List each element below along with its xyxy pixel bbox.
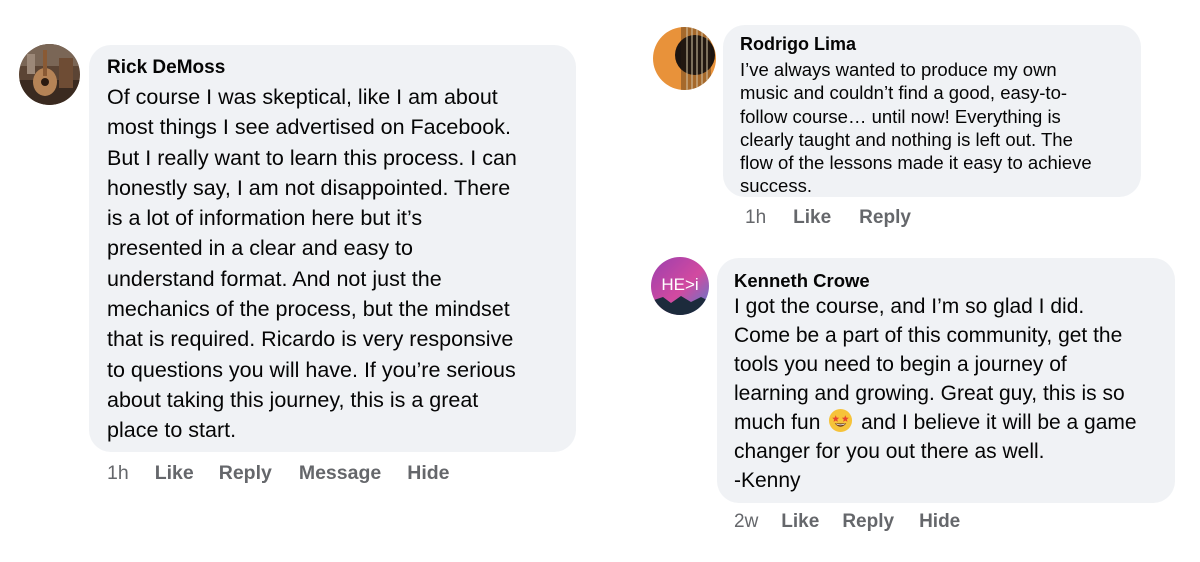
comment-line: clearly taught and nothing is left out. … — [740, 128, 1073, 150]
comment-line: -Kenny — [734, 469, 801, 492]
message-button[interactable]: Message — [299, 462, 381, 485]
comment-line: understand format. And not just the — [107, 266, 442, 291]
comment-text-fragment: much fun — [734, 411, 821, 434]
comment-author[interactable]: Kenneth Crowe — [734, 270, 870, 292]
reply-button[interactable]: Reply — [219, 462, 272, 485]
guitar-photo-avatar[interactable] — [19, 44, 80, 105]
comment-line: tools you need to begin a journey of — [734, 353, 1067, 376]
comment-line: most things I see advertised on Facebook… — [107, 115, 511, 140]
reply-button[interactable]: Reply — [842, 511, 894, 533]
comment-line: I got the course, and I’m so glad I did. — [734, 295, 1085, 318]
comment-author[interactable]: Rodrigo Lima — [740, 34, 856, 55]
comment-line: is a lot of information here but it’s — [107, 206, 423, 231]
comment-timestamp[interactable]: 1h — [107, 462, 129, 485]
comment-line: But I really want to learn this process.… — [107, 145, 517, 170]
reply-button[interactable]: Reply — [859, 207, 911, 229]
comment-line: Of course I was skeptical, like I am abo… — [107, 85, 498, 109]
comment-line: about taking this journey, this is a gre… — [107, 387, 479, 412]
comment-line: follow course… until now! Everything is — [740, 105, 1061, 127]
comment-text: I got the course, and I’m so glad I did.… — [734, 292, 1137, 495]
like-button[interactable]: Like — [155, 462, 194, 485]
comment-text: Of course I was skeptical, like I am abo… — [107, 82, 517, 446]
star-struck-emoji-icon — [829, 408, 853, 433]
he-logo-text: HE>i — [661, 275, 698, 294]
comment-line: success. — [740, 175, 812, 197]
comment-line: mechanics of the process, but the mindse… — [107, 297, 510, 322]
comment-line: honestly say, I am not disappointed. The… — [107, 175, 511, 200]
comment-line: music and couldn’t find a good, easy-to- — [740, 82, 1068, 104]
comment-line: much fun and I believe it will be a game — [734, 408, 1137, 437]
he-logo-avatar[interactable]: HE>i — [651, 257, 709, 315]
comment-line: that is required. Ricardo is very respon… — [107, 327, 514, 352]
comment-text: I’ve always wanted to produce my own mus… — [740, 58, 1092, 198]
like-button[interactable]: Like — [793, 207, 831, 229]
comment-actions: 1h Like Reply Message Hide — [107, 462, 450, 485]
comment-line: flow of the lessons made it easy to achi… — [740, 152, 1092, 174]
comment-line: to questions you will have. If you’re se… — [107, 357, 516, 382]
comment-line: Come be a part of this community, get th… — [734, 324, 1123, 347]
comment-line: changer for you out there as well. — [734, 440, 1045, 463]
comment-text-fragment: and I believe it will be a game — [861, 411, 1137, 434]
comment-line: presented in a clear and easy to — [107, 236, 413, 261]
comment-timestamp[interactable]: 2w — [734, 511, 758, 533]
like-button[interactable]: Like — [781, 511, 819, 533]
hide-button[interactable]: Hide — [919, 511, 960, 533]
comment-timestamp[interactable]: 1h — [745, 207, 766, 229]
comment-actions: 1h Like Reply — [745, 207, 911, 229]
comment-actions: 2w Like Reply Hide — [734, 511, 960, 533]
comment-line: I’ve always wanted to produce my own — [740, 59, 1057, 80]
comment-author[interactable]: Rick DeMoss — [107, 57, 225, 79]
hide-button[interactable]: Hide — [407, 462, 449, 485]
comment-line: place to start. — [107, 418, 237, 443]
guitar-avatar[interactable] — [653, 27, 716, 90]
comment-line: learning and growing. Great guy, this is… — [734, 382, 1125, 405]
